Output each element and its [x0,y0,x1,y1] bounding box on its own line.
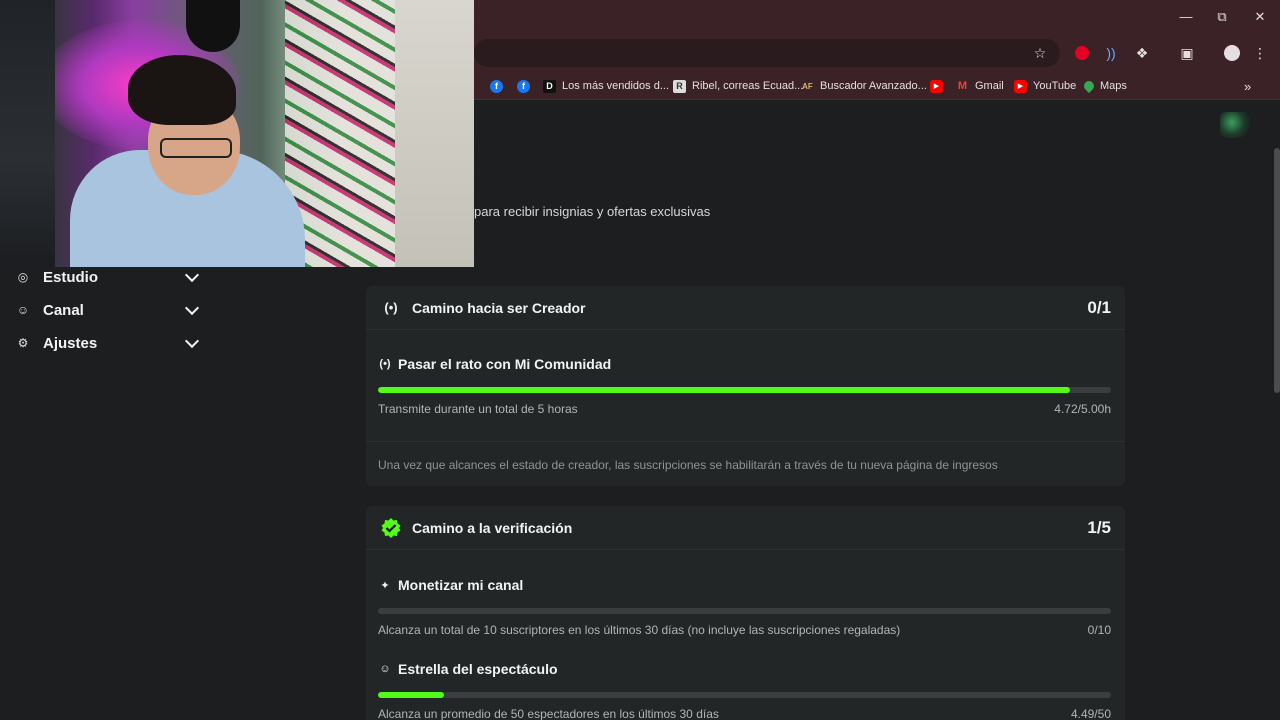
bookmark-label: Los más vendidos d... [562,80,670,92]
studio-icon: ◎ [17,270,29,284]
bookmark-label: Ribel, correas Ecuad... [692,80,804,92]
sidebar-item-label: Ajustes [43,334,98,352]
verified-badge-icon [380,517,402,539]
bookmark-maps[interactable]: Maps [1081,77,1127,95]
verification-path-card: Camino a la verificación 1/5 ✦ Monetizar… [366,506,1125,720]
verification-card-header: Camino a la verificación 1/5 [366,506,1125,550]
chevron-down-icon[interactable] [184,302,200,318]
sidebar-item-ajustes[interactable]: ⚙ Ajustes [16,330,200,356]
address-bar[interactable] [474,39,1060,67]
task-description: Alcanza un promedio de 50 espectadores e… [378,707,719,720]
webcam-person-glasses [160,138,232,158]
bookmark-label: Buscador Avanzado... [820,80,927,92]
progress-bar [378,387,1111,393]
webcam-shelf [0,0,55,267]
creator-card-title: Camino hacia ser Creador [412,299,586,316]
verification-card-title: Camino a la verificación [412,519,573,536]
avatar[interactable] [1220,112,1250,138]
chevron-down-icon[interactable] [184,269,200,285]
r-logo-icon: R [673,79,686,93]
bookmark-label: YouTube [1033,80,1077,92]
broadcast-icon: (•) [384,300,398,315]
promo-text: para recibir insignias y ofertas exclusi… [474,204,711,219]
profile-avatar-icon[interactable] [1222,43,1242,63]
sidebar-item-label: Canal [43,301,84,319]
bookmark-gmail[interactable]: M Gmail [956,77,1004,95]
bookmark-youtube-1[interactable]: ▶ [930,77,949,95]
task-title-row: ✦ Monetizar mi canal [378,576,1111,594]
sidebar-item-estudio[interactable]: ◎ Estudio [16,264,200,290]
task-description-row: Alcanza un total de 10 suscriptores en l… [378,623,1111,637]
bookmark-facebook-1[interactable]: f [490,77,509,95]
gmail-icon: M [957,80,968,92]
extension-icon[interactable]: )) [1101,43,1121,63]
webcam-overlay [0,0,474,267]
task-description: Transmite durante un total de 5 horas [378,402,578,416]
scrollbar[interactable] [1274,148,1280,393]
bookmark-los-mas-vendidos[interactable]: D Los más vendidos d... [543,77,669,95]
youtube-icon: ▶ [930,79,943,93]
af-logo-icon: AF [802,81,813,91]
task-monetizar: ✦ Monetizar mi canal Alcanza un total de… [378,576,1111,637]
task-title-row: ☺ Estrella del espectáculo [378,660,1111,678]
verification-card-count: 1/5 [1087,517,1111,537]
close-icon[interactable]: ✕ [1248,6,1272,28]
star-icon[interactable]: ☆ [1030,43,1050,63]
d-logo-icon: D [543,79,556,93]
task-description-row: Transmite durante un total de 5 horas 4.… [378,402,1111,416]
webcam-guitar [186,0,240,52]
task-pasar-el-rato: (•) Pasar el rato con Mi Comunidad Trans… [378,355,1111,416]
chevron-down-icon[interactable] [184,335,200,351]
task-progress-text: 0/10 [1087,623,1111,637]
sidebar-item-label: Estudio [43,268,98,286]
users-icon: ☺ [379,663,391,675]
facebook-icon: f [517,79,530,93]
pinterest-extension-icon[interactable] [1072,43,1092,63]
gear-icon: ⚙ [17,336,29,350]
bookmark-facebook-2[interactable]: f [517,77,536,95]
task-title: Pasar el rato con Mi Comunidad [398,356,612,372]
progress-fill [378,692,444,698]
progress-fill [378,387,1070,393]
sparkle-icon: ✦ [380,579,390,592]
bookmark-label: Maps [1100,80,1127,92]
bookmark-youtube-2[interactable]: ▶ YouTube [1014,77,1076,95]
progress-bar [378,608,1111,614]
bookmark-label: Gmail [975,80,1004,92]
progress-bar [378,692,1111,698]
task-progress-text: 4.49/50 [1070,707,1111,720]
creator-path-card: (•) Camino hacia ser Creador 0/1 (•) Pas… [366,286,1125,486]
bookmarks-overflow-icon[interactable]: » [1244,77,1251,95]
broadcast-icon: (•) [379,358,391,370]
creator-note: Una vez que alcances el estado de creado… [378,458,998,472]
tab-search-icon[interactable]: ▣ [1177,43,1197,63]
youtube-icon: ▶ [1014,79,1027,93]
webcam-person-hair [128,55,236,125]
task-estrella: ☺ Estrella del espectáculo Alcanza un pr… [378,660,1111,720]
webcam-wall [395,0,474,267]
puzzle-icon[interactable]: ❖ [1132,43,1152,63]
facebook-icon: f [490,79,503,93]
task-description-row: Alcanza un promedio de 50 espectadores e… [378,707,1111,720]
channel-icon: ☺ [16,303,30,317]
task-description: Alcanza un total de 10 suscriptores en l… [378,623,901,637]
bookmark-ribel[interactable]: R Ribel, correas Ecuad... [673,77,803,95]
bookmark-buscador[interactable]: AF Buscador Avanzado... [801,77,927,95]
task-title: Estrella del espectáculo [398,661,558,677]
divider [366,441,1125,442]
sidebar-item-canal[interactable]: ☺ Canal [16,297,200,323]
creator-card-header: (•) Camino hacia ser Creador 0/1 [366,286,1125,330]
task-title-row: (•) Pasar el rato con Mi Comunidad [378,355,1111,373]
minimize-icon[interactable]: — [1174,6,1198,28]
more-menu-icon[interactable]: ⋮ [1250,43,1270,63]
maps-icon [1081,78,1097,94]
restore-icon[interactable]: ⧉ [1210,6,1234,28]
task-progress-text: 4.72/5.00h [1054,402,1111,416]
task-title: Monetizar mi canal [398,577,524,593]
creator-card-count: 0/1 [1087,297,1111,317]
